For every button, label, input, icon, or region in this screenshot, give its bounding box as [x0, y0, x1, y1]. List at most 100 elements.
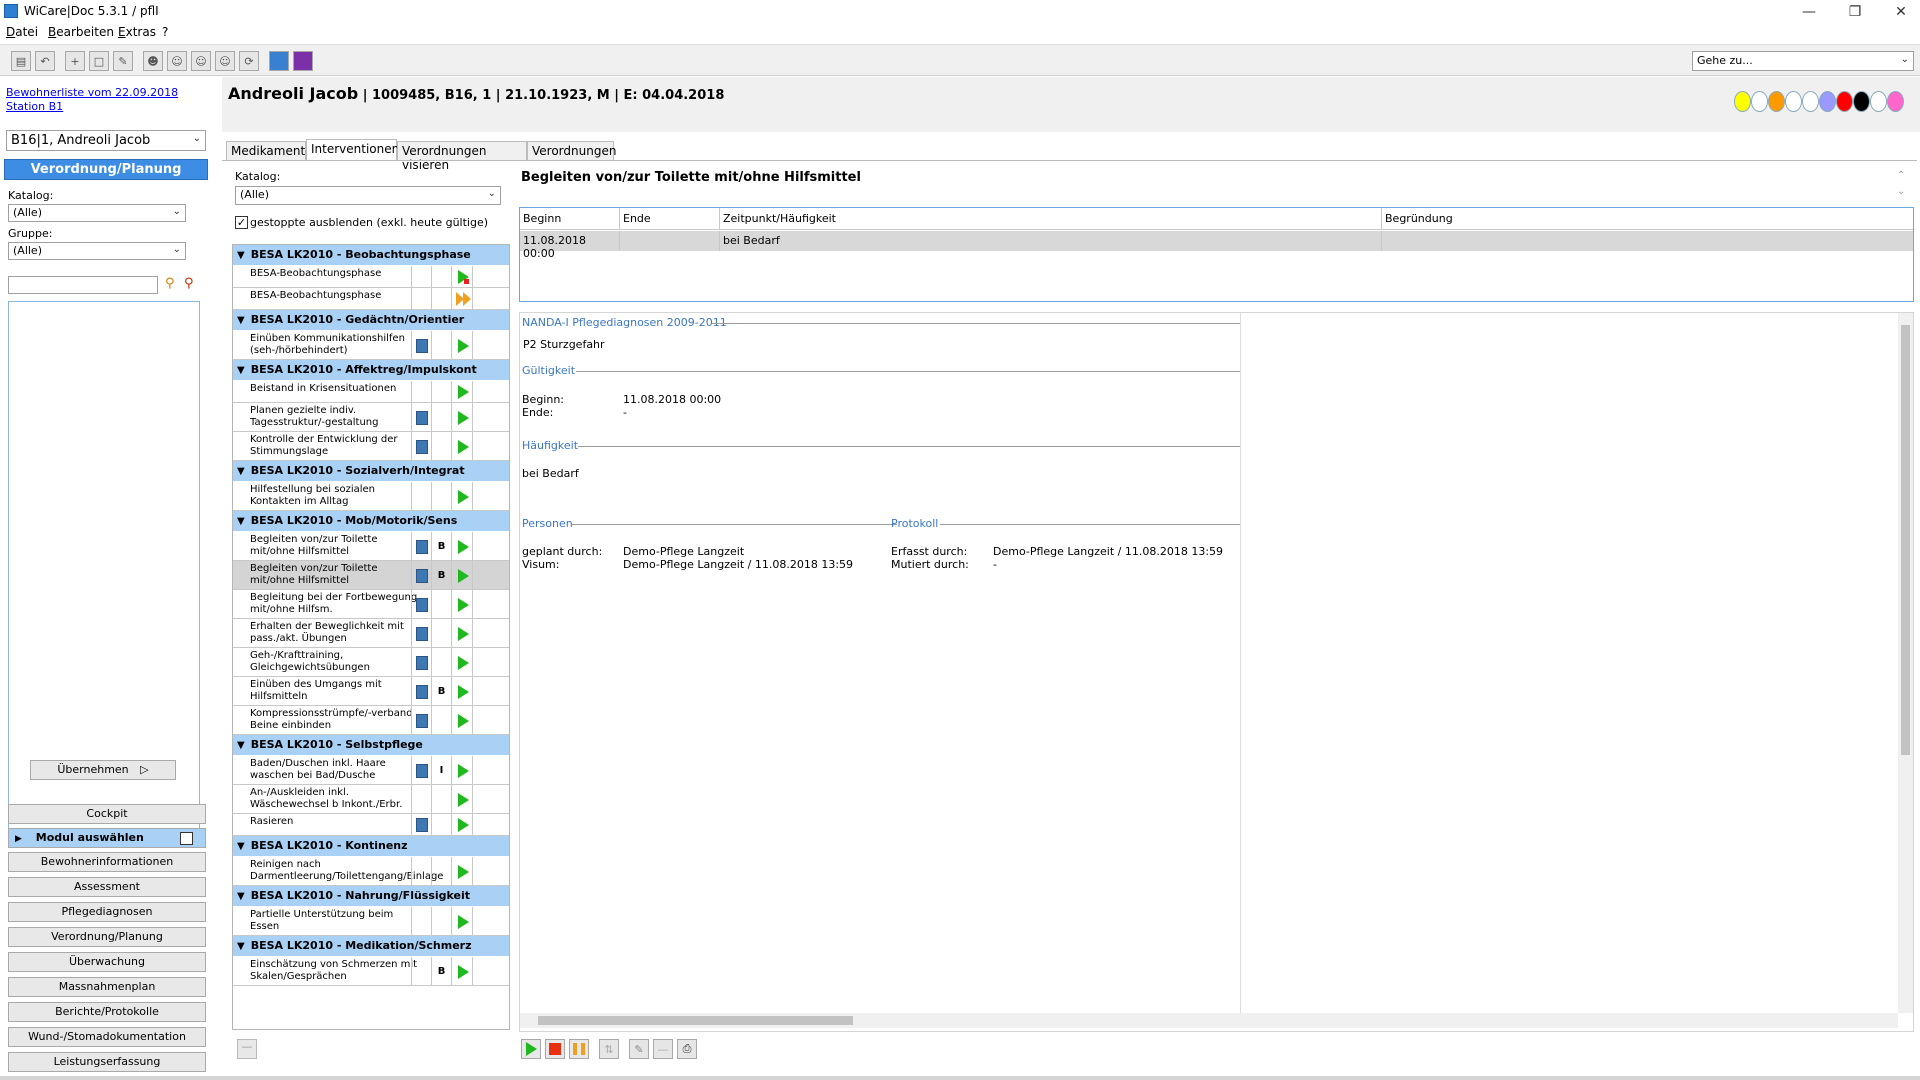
list-item[interactable]: Reinigen nach Darmentleerung/Toilettenga…: [233, 857, 509, 886]
katalog-select[interactable]: (Alle) ⌄: [8, 204, 186, 222]
grid-cell-beginn[interactable]: 11.08.2018 00:00: [520, 231, 620, 260]
menu-bearbeiten[interactable]: Bearbeiten: [48, 25, 114, 39]
play-icon[interactable]: [458, 439, 469, 454]
nav-pflegediagnosen[interactable]: Pflegediagnosen: [8, 902, 206, 922]
status-color-dot[interactable]: [1734, 91, 1751, 112]
book-icon[interactable]: [416, 338, 428, 353]
tab-verordnungen[interactable]: Verordnungen: [527, 141, 616, 160]
list-item[interactable]: Einschätzung von Schmerzen mit Skalen/Ge…: [233, 957, 509, 986]
list-item[interactable]: An-/Auskleiden inkl. Wäschewechsel b Ink…: [233, 785, 509, 814]
group-header[interactable]: ▼ BESA LK2010 - Medikation/Schmerz: [233, 936, 509, 956]
cockpit-button[interactable]: Cockpit: [8, 804, 206, 824]
group-header[interactable]: ▼ BESA LK2010 - Affektreg/Impulskont: [233, 360, 509, 380]
list-item[interactable]: Kontrolle der Entwicklung der Stimmungsl…: [233, 432, 509, 461]
book-icon[interactable]: [416, 655, 428, 670]
status-color-dot[interactable]: [1802, 91, 1819, 112]
list-item[interactable]: Begleitung bei der Fortbewegung mit/ohne…: [233, 590, 509, 619]
book-icon[interactable]: [416, 818, 428, 832]
status-color-dot[interactable]: [1751, 91, 1768, 112]
list-item[interactable]: Rasieren: [233, 814, 509, 836]
search-input[interactable]: [8, 276, 158, 294]
tab-interventionen[interactable]: Interventionen: [306, 139, 399, 161]
list-item[interactable]: BESA-Beobachtungsphase: [233, 266, 509, 288]
horizontal-scrollbar-thumb[interactable]: [538, 1016, 853, 1025]
grid-header-begruendung[interactable]: Begründung: [1382, 208, 1913, 230]
group-header[interactable]: ▼ BESA LK2010 - Sozialverh/Integrat: [233, 461, 509, 481]
play-icon[interactable]: [458, 655, 469, 670]
print-icon[interactable]: ⎙: [677, 1039, 697, 1059]
interventionen-katalog-select[interactable]: (Alle) ⌄: [235, 186, 501, 205]
play-icon[interactable]: [458, 684, 469, 699]
play-icon[interactable]: [458, 489, 469, 504]
vertical-scrollbar[interactable]: [1898, 313, 1913, 1013]
status-color-dot[interactable]: [1887, 91, 1904, 112]
horizontal-scrollbar[interactable]: [520, 1013, 1898, 1028]
list-item[interactable]: Erhalten der Beweglichkeit mit pass./akt…: [233, 619, 509, 648]
play-icon[interactable]: [458, 539, 469, 554]
play-icon[interactable]: [458, 626, 469, 641]
play-icon[interactable]: [458, 410, 469, 425]
goto-dropdown[interactable]: Gehe zu... ⌄: [1692, 51, 1914, 71]
status-color-dot[interactable]: [1870, 91, 1887, 112]
tab-verordnungen-visieren[interactable]: Verordnungen visieren: [397, 141, 527, 172]
book-icon[interactable]: [416, 626, 428, 641]
close-button[interactable]: ✕: [1878, 0, 1920, 23]
status-color-dot[interactable]: [1819, 91, 1836, 112]
list-item[interactable]: Begleiten von/zur Toilette mit/ohne Hilf…: [233, 561, 509, 590]
menu-help[interactable]: ?: [162, 25, 168, 39]
user-group-icon[interactable]: ☺: [191, 51, 211, 71]
list-item[interactable]: Beistand in Krisensituationen: [233, 381, 509, 403]
resident-select[interactable]: B16|1, Andreoli Jacob ⌄: [6, 130, 206, 151]
nav-bewohnerinformationen[interactable]: Bewohnerinformationen: [8, 852, 206, 872]
minimize-button[interactable]: —: [1786, 0, 1832, 23]
list-item[interactable]: BESA-Beobachtungsphase: [233, 288, 509, 310]
play-icon[interactable]: [458, 864, 469, 879]
scroll-down-icon[interactable]: ⌄: [1897, 186, 1905, 197]
grid-cell-zeitpunkt[interactable]: bei Bedarf: [720, 231, 1382, 251]
play-icon[interactable]: [458, 964, 469, 979]
nav-leistungserfassung[interactable]: Leistungserfassung: [8, 1052, 206, 1072]
book-icon[interactable]: [416, 410, 428, 425]
grid-header-zeitpunkt[interactable]: Zeitpunkt/Häufigkeit: [720, 208, 1382, 230]
play-icon[interactable]: [458, 597, 469, 612]
play-icon[interactable]: [458, 914, 469, 929]
status-color-dot[interactable]: [1836, 91, 1853, 112]
purple-module-icon[interactable]: [293, 51, 313, 71]
scroll-up-icon[interactable]: ⌃: [1897, 170, 1905, 181]
station-link[interactable]: Station B1: [6, 100, 63, 113]
grid-header-beginn[interactable]: Beginn: [520, 208, 620, 230]
list-item[interactable]: Einüben Kommunikationshilfen (seh-/hörbe…: [233, 331, 509, 360]
menu-datei[interactable]: Datei: [6, 25, 38, 39]
nav-berichte-protokolle[interactable]: Berichte/Protokolle: [8, 1002, 206, 1022]
pencil-icon[interactable]: ✎: [629, 1039, 649, 1059]
sort-icon[interactable]: ⇅: [599, 1039, 619, 1059]
save-icon[interactable]: ▤: [11, 51, 31, 71]
gestoppte-checkbox[interactable]: ✓: [235, 216, 248, 229]
resident-list-link[interactable]: Bewohnerliste vom 22.09.2018: [6, 86, 178, 99]
list-item[interactable]: Einüben des Umgangs mit Hilfsmitteln B: [233, 677, 509, 706]
book-icon[interactable]: [416, 439, 428, 454]
start-icon[interactable]: [521, 1039, 541, 1059]
gruppe-select[interactable]: (Alle) ⌄: [8, 242, 186, 260]
collapse-icon[interactable]: —: [237, 1039, 257, 1059]
group-header[interactable]: ▼ BESA LK2010 - Kontinenz: [233, 836, 509, 856]
book-icon[interactable]: [416, 568, 428, 583]
play-icon[interactable]: [458, 792, 469, 807]
new-icon[interactable]: +: [65, 51, 85, 71]
play-icon[interactable]: [458, 338, 469, 353]
status-color-dot[interactable]: [1853, 91, 1870, 112]
delete-icon[interactable]: —: [653, 1039, 673, 1059]
window-icon[interactable]: □: [89, 51, 109, 71]
status-color-dot[interactable]: [1785, 91, 1802, 112]
list-item[interactable]: Geh-/Krafttraining, Gleichgewichtsübunge…: [233, 648, 509, 677]
modul-checkbox[interactable]: [180, 832, 193, 845]
group-header[interactable]: ▼ BESA LK2010 - Beobachtungsphase: [233, 245, 509, 265]
refresh-icon[interactable]: ⟳: [239, 51, 259, 71]
play-icon[interactable]: [458, 818, 469, 832]
fast-forward-icon[interactable]: [456, 292, 472, 306]
nav-assessment[interactable]: Assessment: [8, 877, 206, 897]
list-item[interactable]: Baden/Duschen inkl. Haare waschen bei Ba…: [233, 756, 509, 785]
maximize-button[interactable]: ❐: [1832, 0, 1878, 23]
book-icon[interactable]: [416, 763, 428, 778]
book-icon[interactable]: [416, 597, 428, 612]
